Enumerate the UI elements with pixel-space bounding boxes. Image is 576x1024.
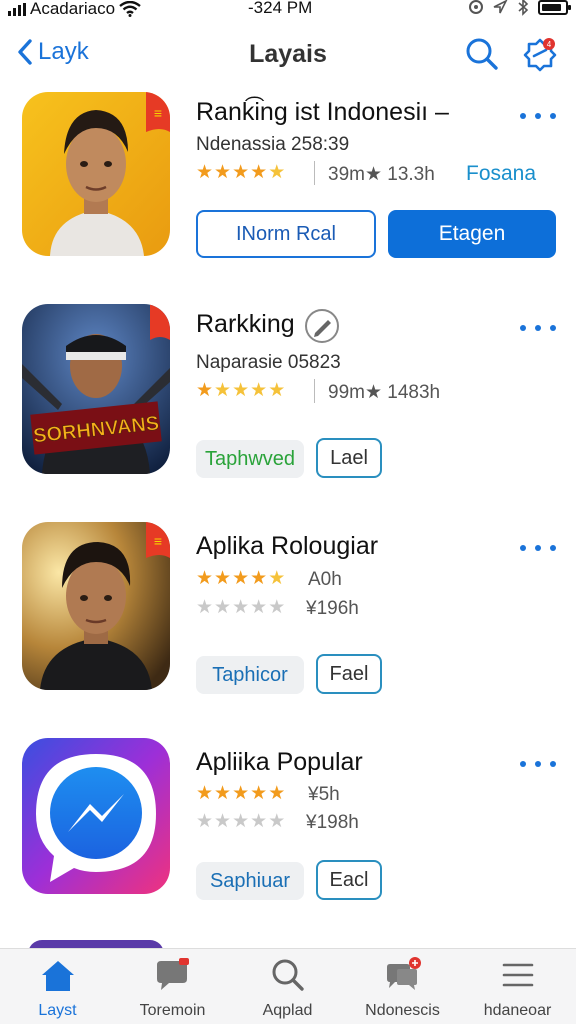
rating-stars: ★ ★ ★ ★ ★: [196, 568, 286, 589]
messages-icon: [386, 957, 421, 990]
app-name[interactable]: Aplika Rolougiar: [196, 532, 378, 561]
tab-bar: Layst Toremoin Aqplad Ndonescis hdaneoar: [0, 948, 576, 1024]
wifi-icon: [119, 1, 141, 17]
tab-label: Ndonescis: [365, 1002, 440, 1019]
home-icon: [41, 961, 74, 991]
carrier-name: Acadariaco: [30, 0, 116, 18]
rating-stars: ★ ★ ★ ★ ★: [196, 162, 286, 183]
app-subtitle: Ndenassia 258:39: [196, 134, 350, 155]
rating-stars: ★ ★ ★ ★ ★: [196, 783, 286, 804]
get-button[interactable]: Etagen: [388, 210, 556, 258]
secondary-button[interactable]: Fael: [316, 654, 382, 694]
tab-label: Toremoin: [139, 1002, 206, 1019]
badge-notification-icon[interactable]: 4: [522, 36, 558, 72]
tab-chat[interactable]: Toremoin: [115, 957, 230, 1020]
secondary-rating-stars: ★ ★ ★ ★ ★: [196, 811, 286, 832]
verified-badge-icon: [305, 309, 339, 343]
secondary-action-button[interactable]: INorm Rcal: [196, 210, 376, 258]
svg-text:≡: ≡: [154, 533, 162, 549]
status-left: Acadariaco: [8, 0, 141, 19]
battery-icon: [538, 0, 571, 15]
more-options-button[interactable]: [520, 318, 556, 338]
app-name[interactable]: Rarkking: [196, 310, 295, 339]
secondary-button[interactable]: Lael: [316, 438, 382, 478]
divider: [314, 379, 315, 403]
nav-bar: Layk Layais 4: [0, 28, 576, 84]
menu-icon: [502, 963, 533, 987]
app-list-item[interactable]: ≡ Aplika Rolougiar ★ ★ ★ ★ ★ A0h ★ ★ ★ ★ ★ ¥196h…: [0, 520, 576, 700]
app-name[interactable]: Rank͡ing ist Indonesiı –: [196, 98, 449, 127]
status-bar: Acadariaco -324 PM: [0, 0, 576, 22]
app-icon-messenger[interactable]: [22, 738, 170, 894]
developer-link[interactable]: Fosana: [466, 162, 536, 186]
more-options-button[interactable]: [520, 538, 556, 558]
search-icon[interactable]: [464, 36, 500, 72]
status-right: [468, 0, 571, 16]
app-stats: 99m★ 1483h: [328, 382, 441, 403]
more-options-button[interactable]: [520, 754, 556, 774]
app-icon-game[interactable]: SORHNVANS: [22, 304, 170, 474]
rating-stars: ★ ★ ★ ★ ★: [196, 380, 286, 401]
tab-label: Aqplad: [262, 1002, 313, 1019]
secondary-button[interactable]: Eacl: [316, 860, 382, 900]
app-list-item[interactable]: Apliika Popular ★ ★ ★ ★ ★ ¥5h ★ ★ ★ ★ ★ ¥198h Sa…: [0, 736, 576, 916]
app-stats: 39m★ 13.3h: [328, 164, 435, 185]
install-button[interactable]: Taphicor: [196, 656, 304, 694]
install-button[interactable]: Saphiuar: [196, 862, 304, 900]
rating-count: A0h: [308, 569, 342, 590]
app-icon-portrait[interactable]: ≡: [22, 522, 170, 690]
tab-messages[interactable]: Ndonescis: [345, 957, 460, 1020]
bluetooth-icon: [518, 0, 529, 16]
app-subtitle: Naparasie 05823: [196, 352, 341, 373]
app-list-item[interactable]: SORHNVANS Rarkking Naparasie 05823 ★ ★ ★ ★ ★…: [0, 300, 576, 480]
secondary-rating-count: ¥198h: [306, 812, 359, 833]
svg-text:4: 4: [547, 40, 552, 49]
divider: [314, 161, 315, 185]
chat-icon: [156, 958, 189, 990]
install-button[interactable]: Taphwved: [196, 440, 304, 478]
tab-search[interactable]: Aqplad: [230, 957, 345, 1020]
location-icon: [469, 0, 483, 14]
signal-icon: [8, 2, 26, 16]
rating-count: ¥5h: [308, 784, 340, 805]
app-name[interactable]: Apliika Popular: [196, 748, 363, 777]
status-time: -324 PM: [248, 0, 313, 17]
secondary-rating-count: ¥196h: [306, 598, 359, 619]
search-icon: [272, 959, 304, 991]
svg-text:≡: ≡: [154, 105, 162, 121]
tab-menu[interactable]: hdaneoar: [460, 957, 575, 1020]
tab-label: hdaneoar: [483, 1002, 552, 1019]
tab-home[interactable]: Layst: [0, 957, 115, 1020]
app-list-item[interactable]: ≡ Rank͡ing ist Indonesiı – Ndenassia 258…: [0, 90, 576, 270]
app-icon-portrait[interactable]: ≡: [22, 92, 170, 256]
tab-label: Layst: [38, 1002, 77, 1019]
navigation-icon: [493, 0, 508, 14]
secondary-rating-stars: ★ ★ ★ ★ ★: [196, 597, 286, 618]
more-options-button[interactable]: [520, 106, 556, 126]
